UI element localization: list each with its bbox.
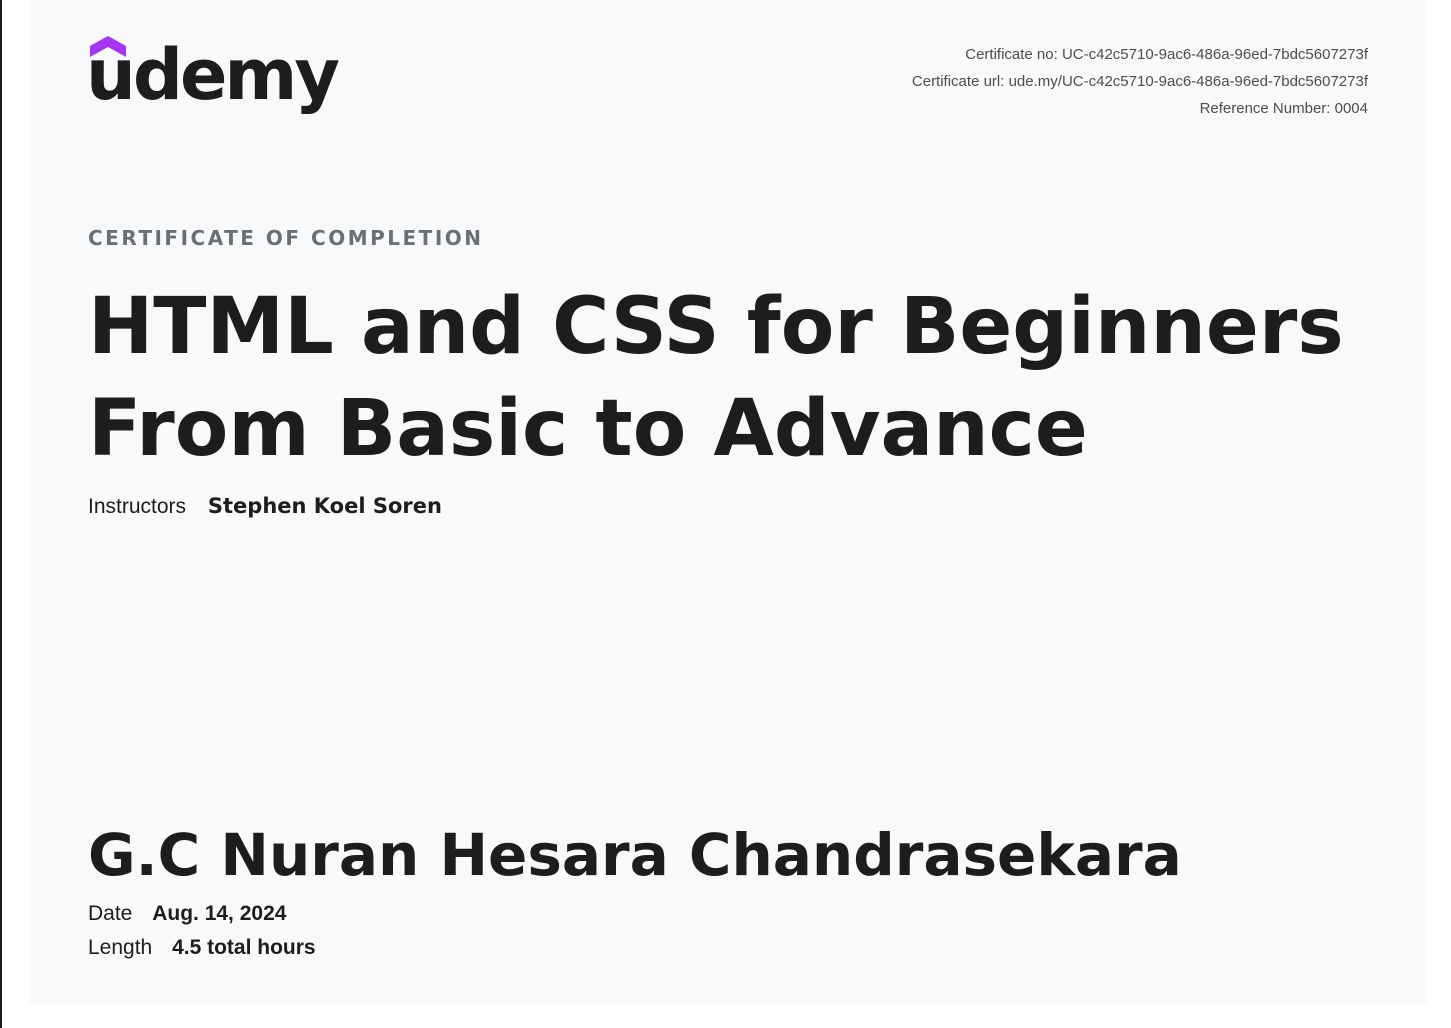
length-row: Length 4.5 total hours (88, 936, 316, 960)
instructors-label: Instructors (88, 495, 187, 518)
length-label: Length (88, 936, 153, 959)
certificate-url: Certificate url: ude.my/UC-c42c5710-9ac6… (911, 73, 1368, 90)
instructors-row: Instructors Stephen Koel Soren (88, 494, 442, 519)
reference-number: Reference Number: 0004 (1199, 100, 1368, 117)
course-title: HTML and CSS for Beginners From Basic to… (88, 282, 1344, 474)
date-row: Date Aug. 14, 2024 (88, 902, 286, 926)
udemy-wordmark: udemy (86, 34, 340, 116)
date-value: Aug. 14, 2024 (152, 902, 287, 925)
page-left-border (0, 0, 2, 1028)
certificate-card: udemy Certificate no: UC-c42c5710-9ac6-4… (30, 0, 1426, 1004)
length-value: 4.5 total hours (172, 936, 316, 959)
certificate-number: Certificate no: UC-c42c5710-9ac6-486a-96… (965, 46, 1368, 63)
certificate-metadata: Certificate no: UC-c42c5710-9ac6-486a-96… (912, 41, 1368, 122)
instructors-value: Stephen Koel Soren (207, 494, 442, 518)
certificate-heading: CERTIFICATE OF COMPLETION (88, 226, 484, 250)
recipient-name: G.C Nuran Hesara Chandrasekara (88, 821, 1182, 889)
date-label: Date (88, 902, 133, 925)
